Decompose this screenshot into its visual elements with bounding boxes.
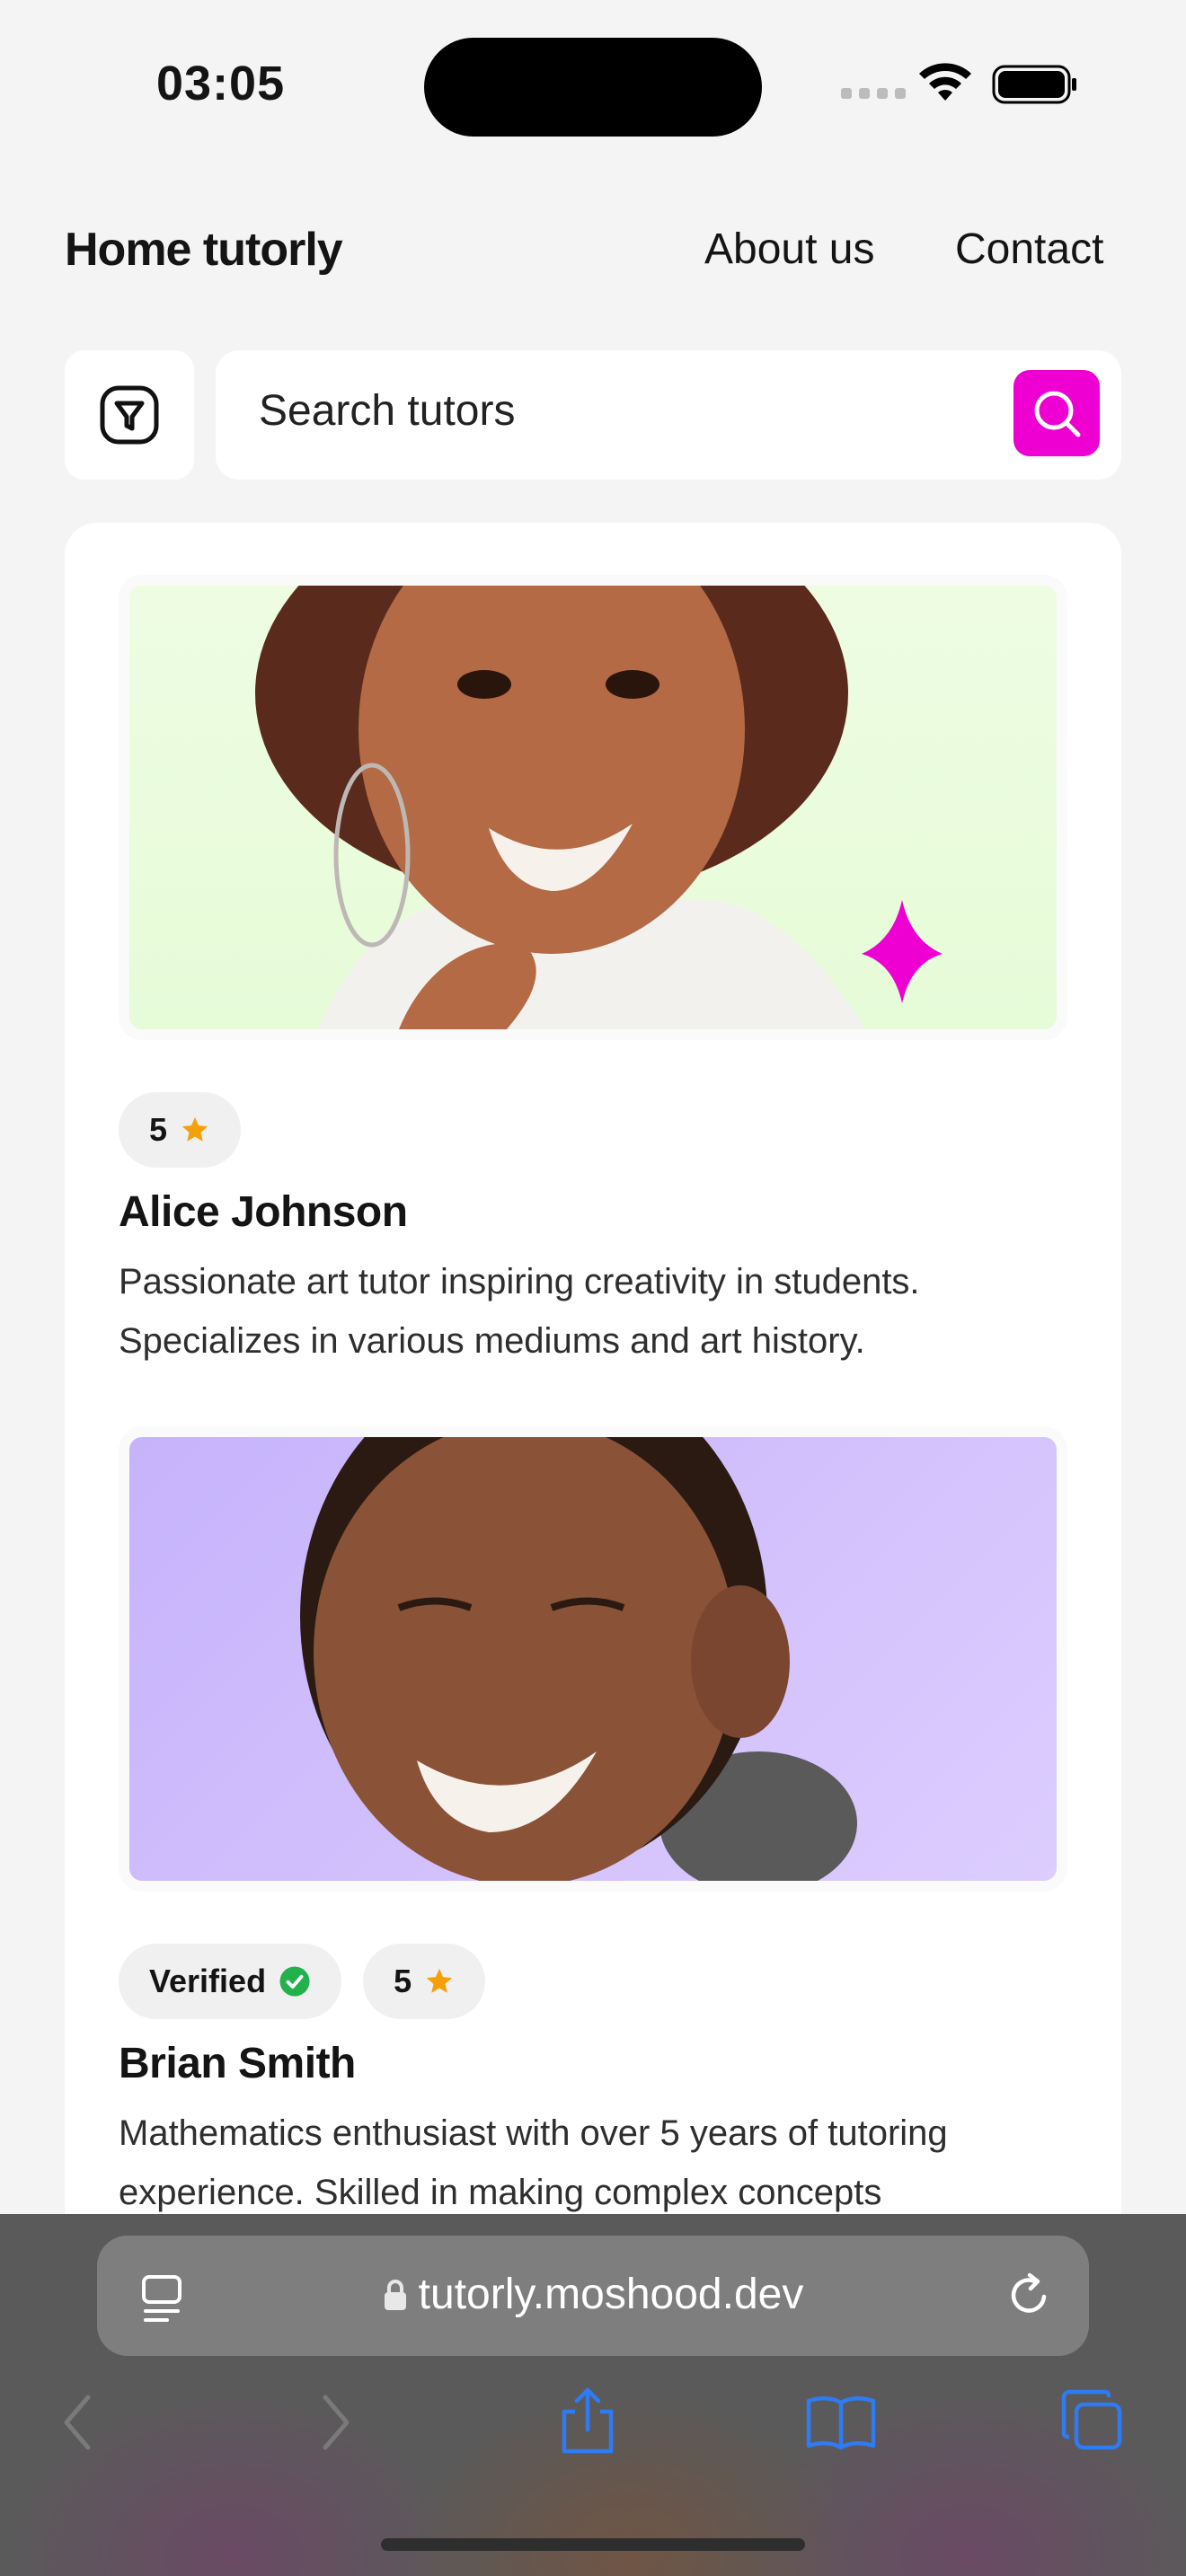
star-icon (426, 1968, 453, 1993)
rating-badge: 5 (363, 1944, 486, 2019)
tutor-portrait (300, 1437, 857, 1881)
verified-label: Verified (149, 1963, 267, 1999)
home-indicator (381, 2538, 805, 2551)
address-bar[interactable]: tutorly.moshood.dev (97, 2236, 1089, 2356)
filter-button[interactable] (65, 350, 194, 480)
nav-link-about[interactable]: About us (704, 225, 874, 274)
bookmarks-icon[interactable] (805, 2394, 877, 2451)
rating-badge: 5 (119, 1092, 242, 1168)
wifi-icon (919, 63, 971, 101)
tutor-portrait (255, 586, 943, 1029)
lock-icon (384, 2280, 406, 2310)
star-icon (181, 1116, 208, 1142)
rating-value: 5 (149, 1111, 168, 1148)
back-icon[interactable] (58, 2390, 97, 2455)
tabs-icon[interactable] (1060, 2388, 1125, 2453)
url-text: tutorly.moshood.dev (418, 2271, 804, 2318)
cellular-signal-icon (841, 88, 906, 99)
status-time: 03:05 (156, 57, 286, 110)
tutor-bio: Passionate art tutor inspiring creativit… (119, 1262, 920, 1361)
tutor-list: 5 Alice Johnson Passionate art tutor ins… (65, 523, 1121, 2319)
search-input[interactable] (259, 386, 960, 436)
tutor-bio: Mathematics enthusiast with over 5 years… (119, 2113, 948, 2212)
battery-icon (992, 65, 1076, 104)
share-icon[interactable] (557, 2385, 618, 2457)
search-button[interactable] (1013, 370, 1100, 456)
rating-value: 5 (394, 1963, 412, 1999)
filter-icon (100, 385, 159, 445)
tutor-photo-brian[interactable] (119, 1426, 1067, 1892)
search-box (216, 350, 1121, 480)
browser-toolbar: tutorly.moshood.dev (0, 2214, 1186, 2576)
tutor-badges: Verified 5 (119, 1944, 486, 2019)
search-icon (1034, 391, 1081, 437)
tutor-name[interactable]: Alice Johnson (119, 1187, 408, 1237)
url-display: tutorly.moshood.dev (97, 2270, 1089, 2319)
check-circle-icon (279, 1966, 310, 1997)
reload-icon[interactable] (1005, 2270, 1055, 2320)
tutor-name[interactable]: Brian Smith (119, 2039, 356, 2088)
tutor-photo-alice[interactable] (119, 575, 1067, 1040)
nav-link-contact[interactable]: Contact (955, 225, 1103, 274)
tutor-badges: 5 (119, 1092, 242, 1168)
dynamic-island (424, 38, 762, 137)
brand-logo[interactable]: Home tutorly (65, 223, 343, 277)
verified-badge: Verified (119, 1944, 342, 2019)
forward-icon[interactable] (316, 2390, 356, 2455)
